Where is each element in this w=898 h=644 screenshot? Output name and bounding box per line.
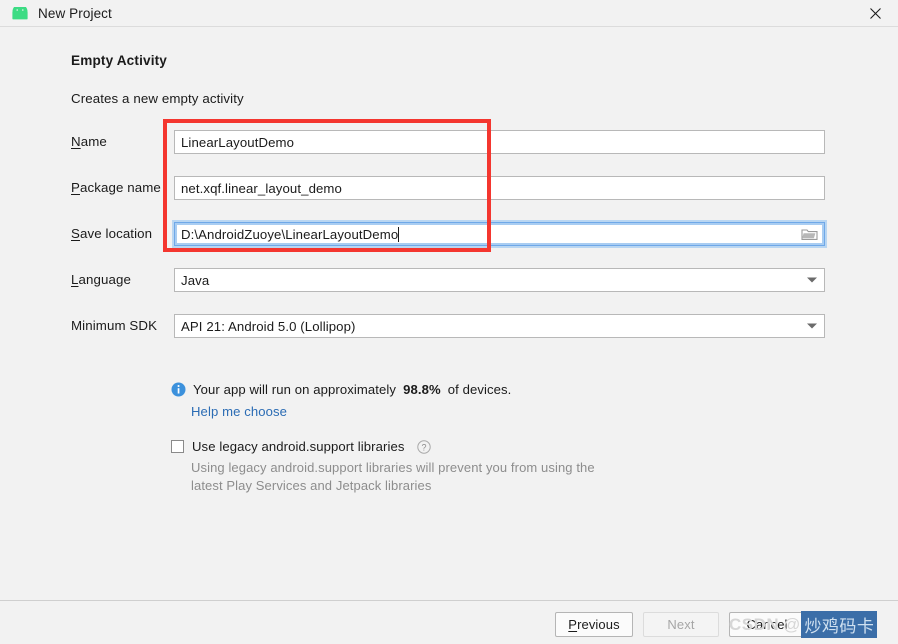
folder-icon[interactable]	[801, 227, 818, 241]
package-name-input-value: net.xqf.linear_layout_demo	[181, 180, 342, 196]
save-location-input-value: D:\AndroidZuoye\LinearLayoutDemo	[181, 226, 399, 242]
page-subtitle: Creates a new empty activity	[71, 91, 244, 106]
dialog-footer: Previous Next Cancel	[0, 600, 898, 644]
save-location-input[interactable]: D:\AndroidZuoye\LinearLayoutDemo	[174, 222, 825, 246]
device-coverage-info: Your app will run on approximately 98.8%…	[171, 382, 511, 397]
package-name-input[interactable]: net.xqf.linear_layout_demo	[174, 176, 825, 200]
device-coverage-percent: 98.8%	[403, 382, 441, 397]
legacy-libraries-description: Using legacy android.support libraries w…	[191, 460, 595, 493]
label-name: Name	[71, 134, 107, 149]
chevron-down-icon	[807, 277, 817, 283]
minimum-sdk-select[interactable]: API 21: Android 5.0 (Lollipop)	[174, 314, 825, 338]
title-bar: New Project	[0, 0, 898, 27]
svg-text:?: ?	[422, 442, 427, 452]
form-row-language: Language Java	[71, 268, 825, 292]
name-input-value: LinearLayoutDemo	[181, 134, 295, 150]
help-me-choose-link[interactable]: Help me choose	[191, 404, 287, 419]
close-icon[interactable]	[852, 0, 898, 27]
label-minimum-sdk: Minimum SDK	[71, 318, 158, 333]
previous-button[interactable]: Previous	[555, 612, 633, 637]
label-package-name: Package name	[71, 180, 161, 195]
label-save-location: Save location	[71, 226, 153, 241]
language-select-value: Java	[181, 272, 210, 288]
device-coverage-text-before: Your app will run on approximately	[193, 382, 397, 397]
info-icon	[171, 382, 186, 397]
question-mark-icon[interactable]: ?	[417, 439, 432, 454]
text-caret	[398, 226, 400, 242]
form-row-name: Name LinearLayoutDemo	[71, 130, 825, 154]
next-button[interactable]: Next	[643, 612, 719, 637]
minimum-sdk-select-value: API 21: Android 5.0 (Lollipop)	[181, 318, 356, 334]
device-coverage-text-after: of devices.	[447, 382, 512, 397]
android-robot-icon	[11, 6, 29, 21]
form-row-save-location: Save location D:\AndroidZuoye\LinearLayo…	[71, 222, 825, 246]
use-legacy-libraries-label: Use legacy android.support libraries	[192, 439, 405, 454]
new-project-dialog: New Project Empty Activity Creates a new…	[0, 0, 898, 644]
form-row-package-name: Package name net.xqf.linear_layout_demo	[71, 176, 825, 200]
page-title: Empty Activity	[71, 53, 168, 68]
form-row-minimum-sdk: Minimum SDK API 21: Android 5.0 (Lollipo…	[71, 314, 825, 338]
label-language: Language	[71, 272, 131, 287]
legacy-libraries-row: Use legacy android.support libraries ?	[171, 439, 432, 454]
dialog-content: Empty Activity Creates a new empty activ…	[0, 28, 898, 600]
cancel-button[interactable]: Cancel	[729, 612, 805, 637]
window-title: New Project	[38, 5, 112, 21]
chevron-down-icon	[807, 323, 817, 329]
language-select[interactable]: Java	[174, 268, 825, 292]
use-legacy-libraries-checkbox[interactable]	[171, 440, 184, 453]
name-input[interactable]: LinearLayoutDemo	[174, 130, 825, 154]
